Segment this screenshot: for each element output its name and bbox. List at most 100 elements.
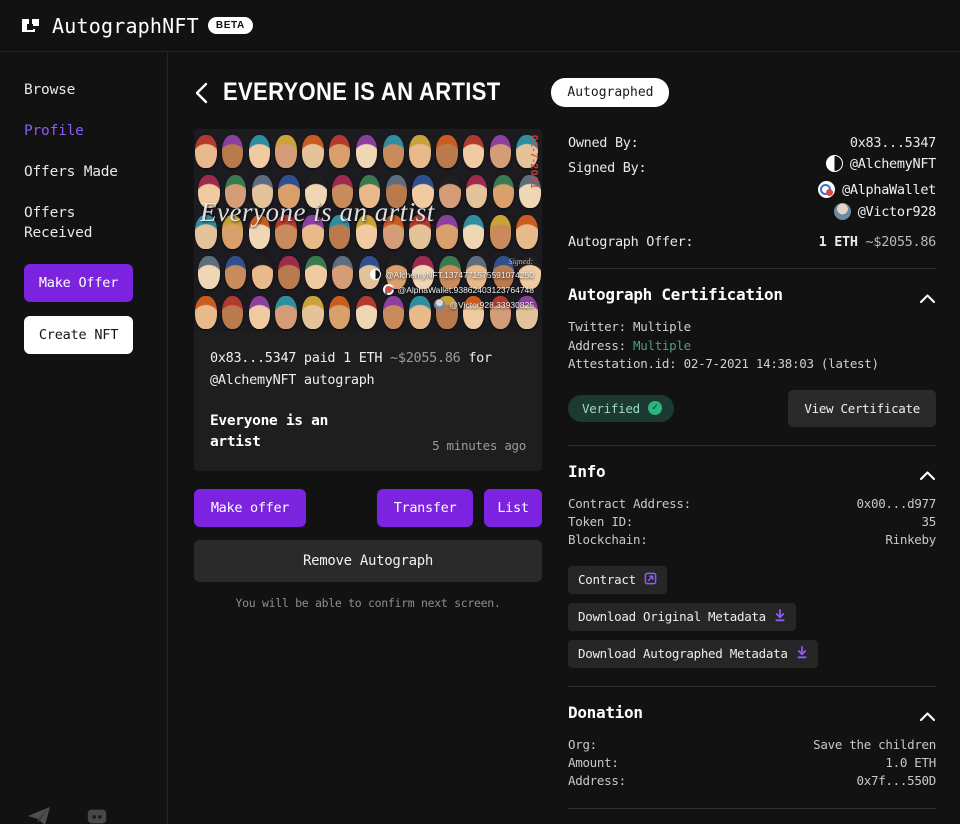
body-container: Browse Profile Offers Made Offers Receiv…	[0, 52, 960, 824]
info-row-contract-address: Contract Address: 0x00...d977	[568, 495, 936, 511]
download-icon-autographed	[796, 645, 808, 662]
nft-name: Everyone is an artist	[210, 413, 329, 450]
info-section: Info Contract Address: 0x00...d977 Token …	[568, 446, 936, 668]
chevron-up-icon-certification[interactable]	[919, 289, 936, 304]
divider-4	[568, 807, 936, 809]
signed-label-overlay: Signed:	[508, 257, 533, 266]
telegram-icon[interactable]	[26, 804, 52, 824]
download-original-metadata-chip[interactable]: Download Original Metadata	[568, 602, 796, 631]
left-column: Everyone is an artist 02-7-2021 Signed: …	[194, 129, 542, 610]
overlapping-squares-logo-icon[interactable]	[22, 15, 42, 36]
create-nft-button[interactable]: Create NFT	[24, 316, 133, 354]
autograph-offer-value: 1 ETH ~$2055.86	[818, 234, 937, 250]
signer-alphawallet[interactable]: @AlphaWallet	[568, 181, 936, 198]
artwork-title-overlay: Everyone is an artist	[200, 197, 435, 227]
certification-actions: Verified ✓ View Certificate	[568, 389, 936, 427]
app-root: AutographNFT BETA Browse Profile Offers …	[0, 0, 960, 824]
donation-header: Donation	[568, 703, 936, 722]
artwork-date-overlay: 02-7-2021	[528, 135, 539, 190]
sidebar-item-profile[interactable]: Profile	[24, 121, 144, 141]
autograph-offer-label: Autograph Offer:	[568, 234, 694, 250]
download-autographed-metadata-chip[interactable]: Download Autographed Metadata	[568, 639, 818, 668]
donation-row-amount: Amount: 1.0 ETH	[568, 754, 936, 770]
remove-autograph-button[interactable]: Remove Autograph	[194, 540, 542, 582]
ownership-block: Owned By: 0x83...5347 Signed By: @Alchem…	[568, 129, 936, 250]
owned-by-label: Owned By:	[568, 135, 639, 151]
owned-by-row: Owned By: 0x83...5347	[568, 135, 936, 151]
nft-timestamp: 5 minutes ago	[432, 438, 526, 453]
info-title: Info	[568, 461, 606, 481]
certification-title: Autograph Certification	[568, 285, 783, 304]
cert-attestation-row: Attestation.id: 02-7-2021 14:38:03 (late…	[568, 356, 879, 371]
download-icon-original	[774, 608, 786, 625]
info-row-blockchain: Blockchain: Rinkeby	[568, 531, 936, 547]
list-button[interactable]: List	[484, 489, 542, 527]
signature-overlay-3: @Victor928.33930825	[434, 299, 534, 310]
autograph-offer-row: Autograph Offer: 1 ETH ~$2055.86	[568, 234, 936, 250]
signer-victor[interactable]: @Victor928	[568, 203, 936, 220]
offer-usd: ~$2055.86	[865, 234, 937, 250]
columns: Everyone is an artist 02-7-2021 Signed: …	[194, 129, 940, 824]
paid-prefix: 0x83...5347 paid 1 ETH	[210, 350, 391, 366]
confirm-note: You will be able to confirm next screen.	[235, 596, 501, 610]
beta-badge: BETA	[207, 17, 253, 34]
cert-address-value: Multiple	[633, 337, 691, 353]
info-chips: Contract Download Original Metadata Down…	[568, 557, 936, 668]
external-link-icon	[644, 572, 657, 588]
view-certificate-button[interactable]: View Certificate	[788, 389, 936, 427]
alphawallet-avatar	[818, 181, 836, 198]
social-links	[26, 804, 108, 824]
donation-row-address: Address: 0x7f...550D	[568, 772, 936, 788]
nft-card-footer: Everyone is an artist 5 minutes ago	[210, 411, 526, 453]
signer-alchemy[interactable]: @AlchemyNFT	[825, 155, 936, 172]
sidebar-item-browse[interactable]: Browse	[24, 80, 144, 100]
page-title: EVERYONE IS AN ARTIST	[223, 78, 501, 106]
right-column: Owned By: 0x83...5347 Signed By: @Alchem…	[568, 129, 940, 824]
certification-header: Autograph Certification	[568, 285, 936, 304]
alphawallet-avatar-icon	[382, 284, 394, 295]
cert-twitter-row: Twitter: Multiple	[568, 319, 691, 334]
sidebar-item-offers-received[interactable]: Offers Received	[24, 203, 144, 243]
top-bar: AutographNFT BETA	[0, 0, 960, 52]
discord-icon[interactable]	[86, 805, 108, 824]
info-header: Info	[568, 462, 936, 481]
transfer-button[interactable]: Transfer	[377, 489, 473, 527]
owned-by-value[interactable]: 0x83...5347	[850, 135, 936, 151]
make-offer-button[interactable]: Make Offer	[24, 264, 133, 302]
contract-link-chip[interactable]: Contract	[568, 565, 667, 594]
signature-overlay-1: @AlchemyNFT.1374771575591074250	[370, 269, 534, 280]
offer-eth: 1 ETH	[818, 234, 858, 250]
chevron-up-icon-donation[interactable]	[919, 707, 936, 721]
alchemy-avatar-icon	[370, 269, 382, 280]
signed-by-label: Signed By:	[568, 160, 647, 176]
donation-section: Donation Org: Save the children Amount: 1.…	[568, 687, 936, 790]
signature-overlay-2: @AlphaWallet.93862403123764748	[382, 284, 534, 295]
sidebar: Browse Profile Offers Made Offers Receiv…	[0, 52, 168, 824]
paid-usd: ~$2055.86	[390, 350, 461, 366]
status-badge: Autographed	[551, 78, 670, 107]
verified-badge[interactable]: Verified ✓	[568, 394, 674, 422]
nft-card: Everyone is an artist 02-7-2021 Signed: …	[194, 129, 542, 471]
chevron-left-icon[interactable]	[194, 82, 210, 104]
nft-artwork[interactable]: Everyone is an artist 02-7-2021 Signed: …	[194, 129, 542, 331]
paid-line: 0x83...5347 paid 1 ETH ~$2055.86 for @Al…	[210, 347, 526, 391]
verified-label: Verified	[582, 400, 640, 416]
info-row-token-id: Token ID: 35	[568, 513, 936, 529]
cert-address-row: Address: Multiple	[568, 337, 691, 353]
victor-avatar	[833, 203, 851, 220]
check-circle-icon: ✓	[647, 401, 662, 415]
chevron-up-icon-info[interactable]	[919, 466, 936, 480]
victor-avatar-icon	[434, 299, 446, 310]
paid-suffix: for	[460, 350, 492, 366]
alchemy-avatar	[825, 155, 843, 172]
signed-by-row: Signed By: @AlchemyNFT	[568, 155, 936, 176]
make-offer-action-button[interactable]: Make offer	[194, 489, 306, 527]
page-header: EVERYONE IS AN ARTIST Autographed	[194, 78, 940, 107]
nft-actions: Make offer Transfer List	[194, 489, 542, 527]
paid-line-2: @AlchemyNFT autograph	[210, 372, 375, 388]
sidebar-item-offers-made[interactable]: Offers Made	[24, 162, 144, 182]
certification-section: Autograph Certification Twitter: Multipl…	[568, 269, 936, 427]
brand-title[interactable]: AutographNFT	[52, 14, 199, 38]
main-content: EVERYONE IS AN ARTIST Autographed Everyo…	[168, 52, 960, 824]
nft-card-body: 0x83...5347 paid 1 ETH ~$2055.86 for @Al…	[194, 331, 542, 471]
